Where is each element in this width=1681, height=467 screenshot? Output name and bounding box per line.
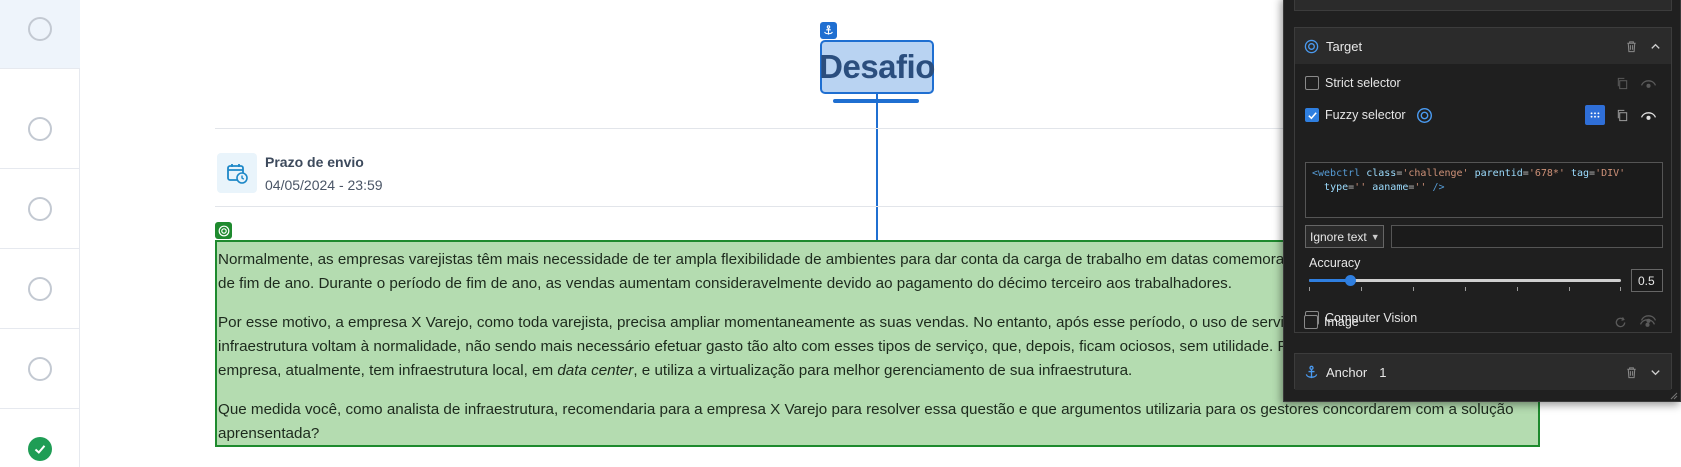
ignore-text-label: Ignore text	[1310, 229, 1367, 244]
step-circle-icon	[28, 16, 52, 41]
anchor-highlight: Desafio	[819, 40, 935, 94]
highlight-eye-icon[interactable]	[1639, 74, 1657, 92]
code-attr: tag	[1570, 168, 1590, 179]
accuracy-value-input[interactable]: 0.5	[1631, 269, 1663, 292]
resize-grip-icon[interactable]	[1668, 389, 1678, 400]
accuracy-slider-thumb[interactable]	[1344, 275, 1356, 286]
paragraph-line: infraestrutura voltam à normalidade, não…	[218, 338, 1460, 355]
image-row[interactable]: Image	[1304, 312, 1359, 332]
strict-selector-checkbox[interactable]	[1305, 76, 1319, 90]
accuracy-label: Accuracy	[1309, 256, 1361, 270]
step-circle-icon	[28, 116, 52, 141]
slider-tick	[1361, 287, 1362, 291]
challenge-paragraph: Que medida você, como analista de infrae…	[218, 398, 1536, 445]
copy-icon[interactable]	[1613, 106, 1631, 124]
divider	[215, 128, 1285, 129]
deadline-value: 04/05/2024 - 23:59	[265, 177, 383, 193]
code-attr: class	[1366, 168, 1397, 179]
paragraph-line: Que medida você, como analista de infrae…	[218, 401, 1514, 418]
code-attr: type	[1324, 182, 1349, 193]
trash-icon[interactable]	[1623, 364, 1639, 380]
slider-tick	[1309, 287, 1310, 291]
selector-inspector-panel: Target Strict selector Fuzzy selector <w…	[1283, 0, 1681, 402]
code-value: ''	[1354, 182, 1367, 193]
target-section-header[interactable]: Target	[1295, 28, 1671, 64]
anchor-section-title: Anchor	[1326, 364, 1368, 380]
code-value: 'DIV'	[1595, 168, 1626, 179]
code-value: '678*'	[1528, 168, 1565, 179]
image-label: Image	[1324, 315, 1359, 329]
anchor-count: 1	[1379, 364, 1387, 380]
code-attr: parentid	[1474, 168, 1523, 179]
anchor-section-header[interactable]: Anchor 1	[1295, 354, 1671, 390]
step-item[interactable]	[0, 0, 80, 69]
trash-icon[interactable]	[1623, 38, 1639, 54]
code-tag: <webctrl	[1312, 168, 1361, 179]
highlight-eye-icon[interactable]	[1639, 106, 1657, 124]
slider-tick	[1465, 287, 1466, 291]
step-item[interactable]	[0, 169, 80, 249]
code-value: 'challenge'	[1402, 168, 1469, 179]
step-circle-icon	[28, 356, 52, 381]
anchor-icon	[820, 22, 837, 39]
paragraph-line: Por esse motivo, a empresa X Varejo, com…	[218, 314, 1440, 331]
paragraph-line: de fim de ano. Durante o período de fim …	[218, 275, 1232, 292]
paragraph-line: empresa, atualmente, tem infraestrutura …	[218, 362, 558, 379]
accuracy-slider[interactable]	[1309, 275, 1621, 291]
code-attr: aaname	[1372, 182, 1409, 193]
refresh-icon[interactable]	[1611, 313, 1629, 331]
code-tag: />	[1432, 182, 1445, 193]
target-section-title: Target	[1326, 38, 1363, 54]
previous-section	[1294, 0, 1672, 11]
anchor-connector-line	[876, 94, 878, 242]
target-icon[interactable]	[1416, 107, 1433, 124]
step-circle-icon	[28, 276, 52, 301]
slider-tick	[1413, 287, 1414, 291]
step-item[interactable]	[0, 249, 80, 329]
target-icon	[1303, 38, 1319, 54]
fuzzy-selector-label: Fuzzy selector	[1325, 108, 1406, 122]
chevron-down-icon: ▼	[1370, 231, 1380, 242]
image-checkbox[interactable]	[1304, 315, 1318, 329]
accuracy-slider-fill	[1309, 279, 1350, 282]
strict-selector-label: Strict selector	[1325, 76, 1401, 90]
target-section: Target Strict selector Fuzzy selector <w…	[1294, 27, 1672, 333]
step-item[interactable]	[0, 89, 80, 169]
page-title: Desafio	[819, 48, 935, 85]
ignore-text-dropdown[interactable]: Ignore text ▼	[1305, 225, 1384, 248]
fuzzy-selector-row[interactable]: Fuzzy selector	[1305, 105, 1433, 125]
target-icon	[215, 222, 232, 239]
check-circle-icon	[28, 436, 52, 461]
fuzzy-selector-checkbox[interactable]	[1305, 108, 1319, 122]
copy-icon[interactable]	[1613, 74, 1631, 92]
code-value: ''	[1414, 182, 1427, 193]
slider-tick	[1517, 287, 1518, 291]
anchor-icon	[1303, 364, 1319, 380]
step-circle-icon	[28, 196, 52, 221]
ignore-text-input[interactable]	[1391, 225, 1663, 248]
calendar-clock-icon	[217, 153, 257, 193]
chevron-down-icon[interactable]	[1647, 364, 1663, 380]
deadline-label: Prazo de envio	[265, 154, 364, 170]
step-item-completed[interactable]	[0, 409, 80, 467]
chevron-up-icon[interactable]	[1647, 38, 1663, 54]
selector-code-editor[interactable]: <webctrl class='challenge' parentid='678…	[1305, 162, 1663, 218]
paragraph-line: , e utiliza a virtualização para melhor …	[633, 362, 1133, 379]
step-item[interactable]	[0, 329, 80, 409]
slider-tick	[1620, 287, 1621, 291]
paragraph-line: aprensentada?	[218, 425, 320, 442]
slider-tick	[1569, 287, 1570, 291]
step-rail	[0, 0, 80, 467]
highlight-eye-icon[interactable]	[1638, 313, 1656, 331]
anchor-section: Anchor 1	[1294, 353, 1672, 390]
divider	[215, 206, 1285, 207]
emphasis-text: data center	[557, 362, 634, 379]
strict-selector-row[interactable]: Strict selector	[1305, 73, 1401, 93]
grid-dots-icon[interactable]	[1585, 105, 1605, 125]
